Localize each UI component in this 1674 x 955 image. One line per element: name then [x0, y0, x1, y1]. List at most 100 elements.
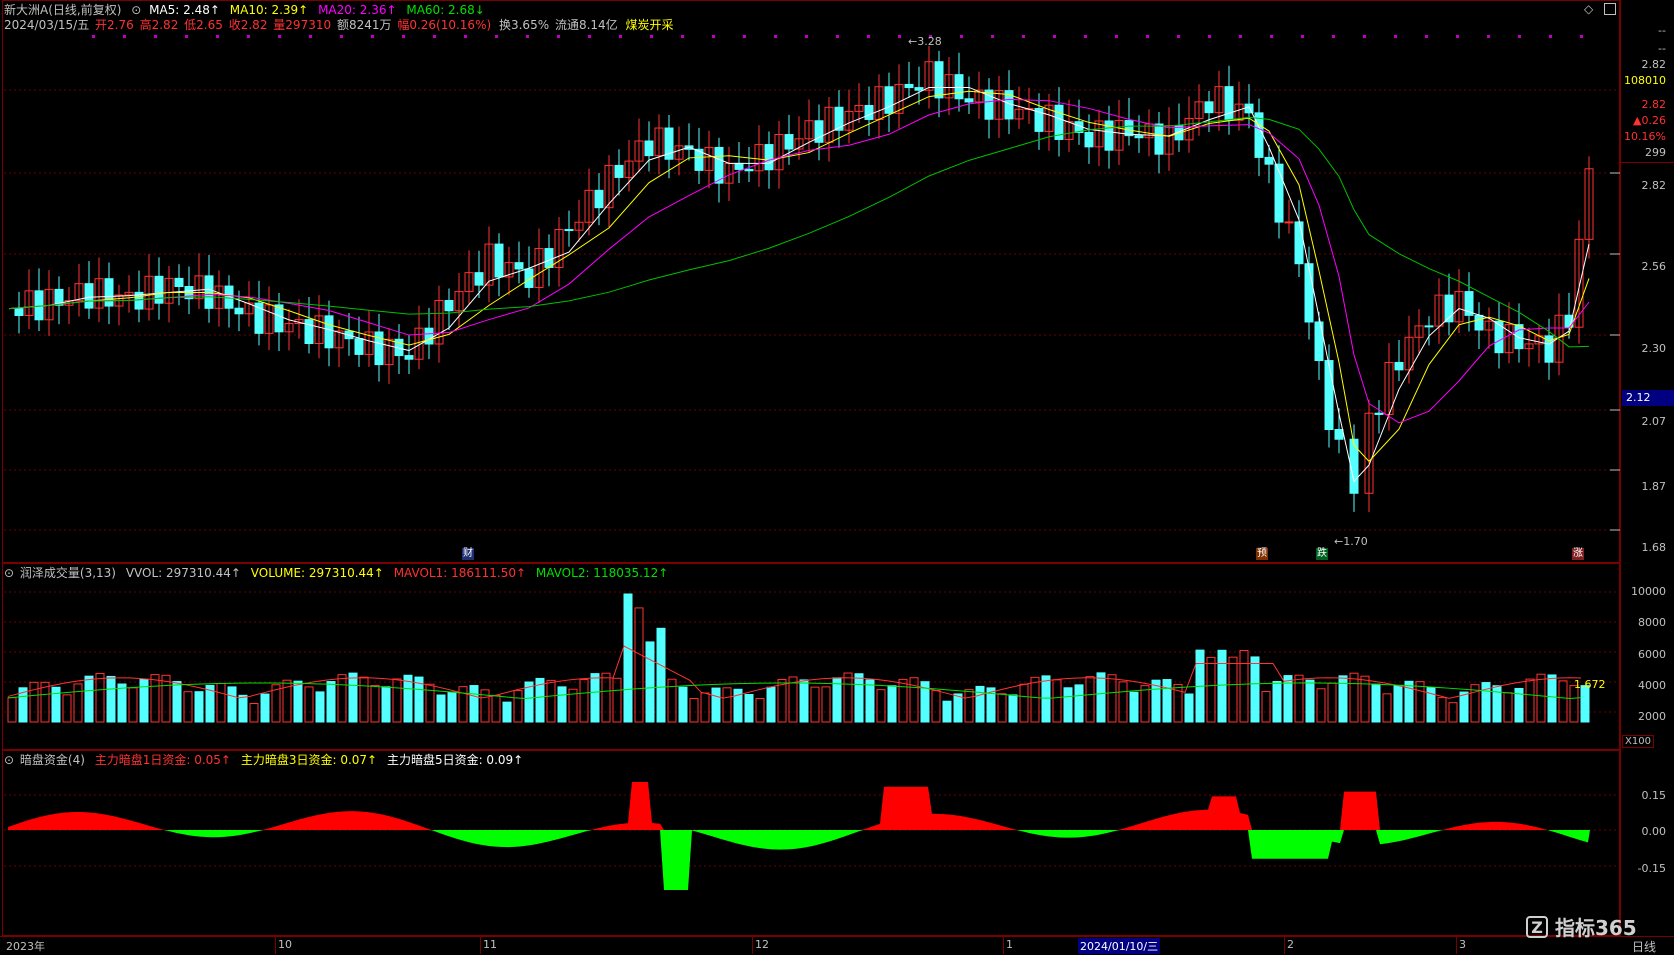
volume-bar [436, 694, 446, 723]
event-tag-zhang[interactable]: 涨 [1572, 548, 1584, 560]
marker-dot [216, 35, 219, 38]
event-tag-die[interactable]: 跌 [1316, 548, 1328, 560]
quote-float: 流通8.14亿 [554, 18, 618, 32]
volume-bar [579, 678, 589, 723]
candle-body [514, 262, 524, 270]
right-percent: 10.16% [1624, 130, 1666, 143]
volume-bar [1140, 685, 1150, 723]
candle-body [1324, 360, 1334, 431]
volume-bar [249, 703, 259, 723]
candle-body [1394, 361, 1404, 371]
marker-dot [1270, 35, 1273, 38]
volume-bar [832, 677, 842, 723]
volume-bar [1217, 649, 1227, 723]
candle-body [784, 134, 794, 150]
fund-title[interactable]: 暗盘资金(4) [20, 753, 85, 767]
volume-bar [623, 593, 633, 723]
candle-body [1294, 221, 1304, 265]
candle-body [494, 243, 504, 278]
volume-bar [194, 691, 204, 723]
right-number: 299 [1645, 146, 1666, 159]
volume-bar [1459, 691, 1469, 723]
candle-body [1374, 412, 1384, 415]
volume-title[interactable]: 润泽成交量(3,13) [20, 566, 116, 580]
marker-dot [1518, 35, 1521, 38]
event-tag-yu[interactable]: 预 [1256, 548, 1268, 560]
candle-body [1514, 324, 1524, 350]
marker-dot [1146, 35, 1149, 38]
volume-bar [656, 627, 666, 723]
candle-body [1349, 438, 1359, 494]
event-tag-cai[interactable]: 财 [462, 548, 474, 560]
candle-body [904, 83, 914, 89]
quote-sector[interactable]: 煤炭开采 [626, 18, 674, 32]
volume-bar [1338, 675, 1348, 723]
right-dash-2: -- [1658, 42, 1666, 55]
marker-dot [278, 35, 281, 38]
volume-bar [678, 686, 688, 723]
marker-dot [464, 35, 467, 38]
volume-bar [326, 681, 336, 723]
volume-bar [843, 672, 853, 723]
candle-body [864, 104, 874, 120]
fund-axis-label: -0.15 [1637, 862, 1666, 875]
chart-canvas[interactable] [0, 0, 1674, 954]
right-volume: 108010 [1624, 74, 1666, 87]
marker-dot [309, 35, 312, 38]
right-change: ▲0.26 [1633, 114, 1666, 127]
marker-dot [433, 35, 436, 38]
candle-body [1274, 163, 1284, 223]
volume-bar [876, 689, 886, 723]
candle-body [1134, 135, 1144, 139]
volume-axis-label: 10000 [1631, 585, 1666, 598]
volume-bar [1349, 672, 1359, 723]
candle-body [714, 146, 724, 184]
candle-body [1084, 131, 1094, 148]
volume-bar [590, 673, 600, 723]
volume-bar [1327, 682, 1337, 723]
volume-bar [359, 676, 369, 723]
volume-bar [513, 690, 523, 723]
marker-dot [1053, 35, 1056, 38]
volume-bar [887, 685, 897, 723]
settings-icon[interactable]: ⊙ [131, 3, 141, 17]
volume-bar [381, 686, 391, 723]
fund-settings-icon[interactable]: ⊙ [4, 753, 14, 767]
panel-toggle-icon[interactable] [1604, 3, 1616, 15]
candle-body [104, 278, 114, 307]
marker-dot [836, 35, 839, 38]
volume-bar [1085, 676, 1095, 723]
volume-bar [502, 701, 512, 723]
x-axis-label: 12 [755, 938, 769, 951]
candle-body [564, 229, 574, 232]
volume-bar [238, 694, 248, 723]
volume-settings-icon[interactable]: ⊙ [4, 566, 14, 580]
volume-bar [711, 687, 721, 723]
volume-bar [722, 687, 732, 723]
marker-dot [340, 35, 343, 38]
candle-body [1154, 123, 1164, 155]
marker-dot [1208, 35, 1211, 38]
volume-bar [370, 685, 380, 723]
stock-name[interactable]: 新大洲A(日线,前复权) [4, 3, 121, 17]
volume-bar [1019, 683, 1029, 723]
volume-bar [1063, 687, 1073, 723]
candle-body [954, 74, 964, 100]
volume-bar [315, 691, 325, 723]
main-header: 新大洲A(日线,前复权) ⊙ MA5: 2.48↑ MA10: 2.39↑ MA… [4, 3, 491, 17]
candle-body [274, 304, 284, 333]
marker-dot [371, 35, 374, 38]
volume-bar [821, 686, 831, 723]
marker-dot [650, 35, 653, 38]
volume-bar [260, 693, 270, 723]
candle-body [474, 272, 484, 286]
volume-bar [964, 689, 974, 723]
candle-body [34, 290, 44, 321]
volume-bar [700, 692, 710, 723]
volume-bar [810, 686, 820, 723]
diamond-icon[interactable]: ◇ [1584, 2, 1593, 16]
marker-dot [1115, 35, 1118, 38]
volume-bar [755, 697, 765, 723]
ma10-value: MA10: 2.39↑ [229, 3, 309, 17]
volume-bar [799, 679, 809, 723]
